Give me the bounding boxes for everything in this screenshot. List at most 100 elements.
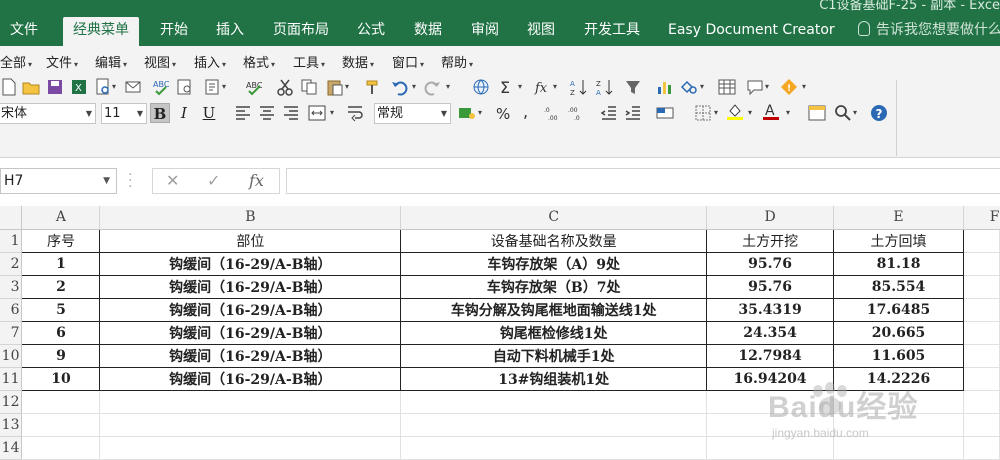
row-header[interactable]: 10 xyxy=(0,344,23,368)
cell-c12[interactable] xyxy=(400,390,708,414)
cell-c11[interactable]: 13#钩组装机1处 xyxy=(400,366,708,391)
tell-me-box[interactable]: 告诉我您想要做什么 xyxy=(858,17,1000,46)
cell-b11[interactable]: 钩缓间（16-29/A-B轴） xyxy=(99,366,402,391)
comment-icon[interactable] xyxy=(746,78,764,96)
cell-e2[interactable]: 81.18 xyxy=(833,251,964,276)
cell-d6[interactable]: 35.4319 xyxy=(706,297,835,322)
cell-f7[interactable] xyxy=(963,321,1000,345)
hyperlink-globe-icon[interactable] xyxy=(472,78,490,96)
cell-a10[interactable]: 9 xyxy=(21,343,101,368)
tab-developer[interactable]: 开发工具 xyxy=(584,17,640,46)
column-header-f[interactable]: F xyxy=(963,206,1000,230)
column-header-a[interactable]: A xyxy=(21,206,101,230)
align-center-icon[interactable] xyxy=(258,104,276,122)
font-size-combo[interactable]: 11 ▼ xyxy=(101,103,147,124)
tab-classic-menu[interactable]: 经典菜单 xyxy=(63,17,139,46)
cell-c6[interactable]: 车钩分解及钩尾框地面输送线1处 xyxy=(400,297,708,322)
increase-indent-icon[interactable] xyxy=(624,104,642,122)
redo-dropdown[interactable]: ▾ xyxy=(446,82,450,91)
menu-all[interactable]: 全部 ▾ xyxy=(0,52,32,71)
cell-b12[interactable] xyxy=(99,390,402,414)
cell-b14[interactable] xyxy=(99,436,402,460)
cell-c10[interactable]: 自动下料机械手1处 xyxy=(400,343,708,368)
bold-button[interactable]: B xyxy=(150,103,170,123)
cell-a7[interactable]: 6 xyxy=(21,320,101,345)
fill-color-dropdown[interactable]: ▾ xyxy=(748,108,752,117)
cell-b7[interactable]: 钩缓间（16-29/A-B轴） xyxy=(99,320,402,345)
cell-f6[interactable] xyxy=(963,298,1000,322)
column-header-c[interactable]: C xyxy=(400,206,708,230)
undo-dropdown[interactable]: ▾ xyxy=(412,82,416,91)
cell-c3[interactable]: 车钩存放架（B）7处 xyxy=(400,274,708,299)
cell-e3[interactable]: 85.554 xyxy=(833,274,964,299)
warning-icon[interactable]: ! xyxy=(780,78,798,96)
cell-f10[interactable] xyxy=(963,344,1000,368)
spellcheck-abc-icon[interactable]: ABC xyxy=(246,78,264,96)
cell-c7[interactable]: 钩尾框检修线1处 xyxy=(400,320,708,345)
cell-e1[interactable]: 土方回填 xyxy=(833,228,964,253)
menu-tools[interactable]: 工具 ▾ xyxy=(293,52,325,71)
cell-b10[interactable]: 钩缓间（16-29/A-B轴） xyxy=(99,343,402,368)
merge-center-dropdown[interactable]: ▾ xyxy=(330,108,334,117)
sort-ascending-icon[interactable]: AZ xyxy=(570,78,588,96)
research-icon[interactable] xyxy=(176,78,194,96)
insert-function-fx-icon[interactable]: fx xyxy=(249,171,264,190)
decrease-indent-icon[interactable] xyxy=(600,104,618,122)
column-header-b[interactable]: B xyxy=(99,206,402,230)
shapes-icon[interactable] xyxy=(680,78,698,96)
tab-insert[interactable]: 插入 xyxy=(216,17,244,46)
warning-dropdown[interactable]: ▾ xyxy=(802,82,806,91)
paste-dropdown[interactable]: ▾ xyxy=(345,82,349,91)
cell-a3[interactable]: 2 xyxy=(21,274,101,299)
menu-view[interactable]: 视图 ▾ xyxy=(144,52,176,71)
row-header[interactable]: 11 xyxy=(0,367,23,391)
select-all-corner[interactable] xyxy=(0,206,23,230)
cell-b13[interactable] xyxy=(99,413,402,437)
cell-c13[interactable] xyxy=(400,413,708,437)
excel-save-icon[interactable]: X xyxy=(70,78,88,96)
print-preview-icon[interactable] xyxy=(94,78,112,96)
cell-a2[interactable]: 1 xyxy=(21,251,101,276)
help-icon[interactable]: ? xyxy=(870,104,888,122)
cell-d3[interactable]: 95.76 xyxy=(706,274,835,299)
borders-icon[interactable] xyxy=(694,104,712,122)
column-header-d[interactable]: D xyxy=(706,206,835,230)
cell-a6[interactable]: 5 xyxy=(21,297,101,322)
table-style-icon[interactable] xyxy=(808,104,826,122)
zoom-icon[interactable] xyxy=(834,104,852,122)
increase-decimal-icon[interactable]: .0.00 xyxy=(544,104,562,122)
tab-file[interactable]: 文件 xyxy=(10,17,38,46)
cell-d2[interactable]: 95.76 xyxy=(706,251,835,276)
cell-e7[interactable]: 20.665 xyxy=(833,320,964,345)
copy-icon[interactable] xyxy=(300,78,318,96)
formula-bar-grip[interactable]: · · · xyxy=(128,168,132,194)
align-right-icon[interactable] xyxy=(282,104,300,122)
menu-insert[interactable]: 插入 ▾ xyxy=(194,52,226,71)
menu-help[interactable]: 帮助 ▾ xyxy=(441,52,473,71)
cut-icon[interactable] xyxy=(276,78,294,96)
tab-view[interactable]: 视图 xyxy=(527,17,555,46)
menu-file[interactable]: 文件 ▾ xyxy=(46,52,78,71)
paste-special-icon[interactable] xyxy=(204,78,222,96)
merge-center-icon[interactable] xyxy=(308,104,326,122)
wrap-text-icon[interactable] xyxy=(346,104,364,122)
row-header[interactable]: 12 xyxy=(0,390,23,414)
cell-a13[interactable] xyxy=(21,413,101,437)
cell-styles-icon[interactable] xyxy=(656,104,674,122)
percent-style-icon[interactable]: % xyxy=(494,104,512,122)
cell-b2[interactable]: 钩缓间（16-29/A-B轴） xyxy=(99,251,402,276)
cell-a12[interactable] xyxy=(21,390,101,414)
table-icon[interactable] xyxy=(718,78,736,96)
cell-b1[interactable]: 部位 xyxy=(99,228,402,253)
print-preview-dropdown[interactable]: ▾ xyxy=(112,82,116,91)
menu-format[interactable]: 格式 ▾ xyxy=(243,52,275,71)
italic-button[interactable]: I xyxy=(174,103,194,123)
cell-c2[interactable]: 车钩存放架（A）9处 xyxy=(400,251,708,276)
format-painter-icon[interactable] xyxy=(364,78,382,96)
cell-f2[interactable] xyxy=(963,252,1000,276)
cell-e10[interactable]: 11.605 xyxy=(833,343,964,368)
tab-easy-document-creator[interactable]: Easy Document Creator xyxy=(668,17,835,46)
cell-d10[interactable]: 12.7984 xyxy=(706,343,835,368)
fill-color-icon[interactable] xyxy=(726,102,744,120)
cell-c14[interactable] xyxy=(400,436,708,460)
